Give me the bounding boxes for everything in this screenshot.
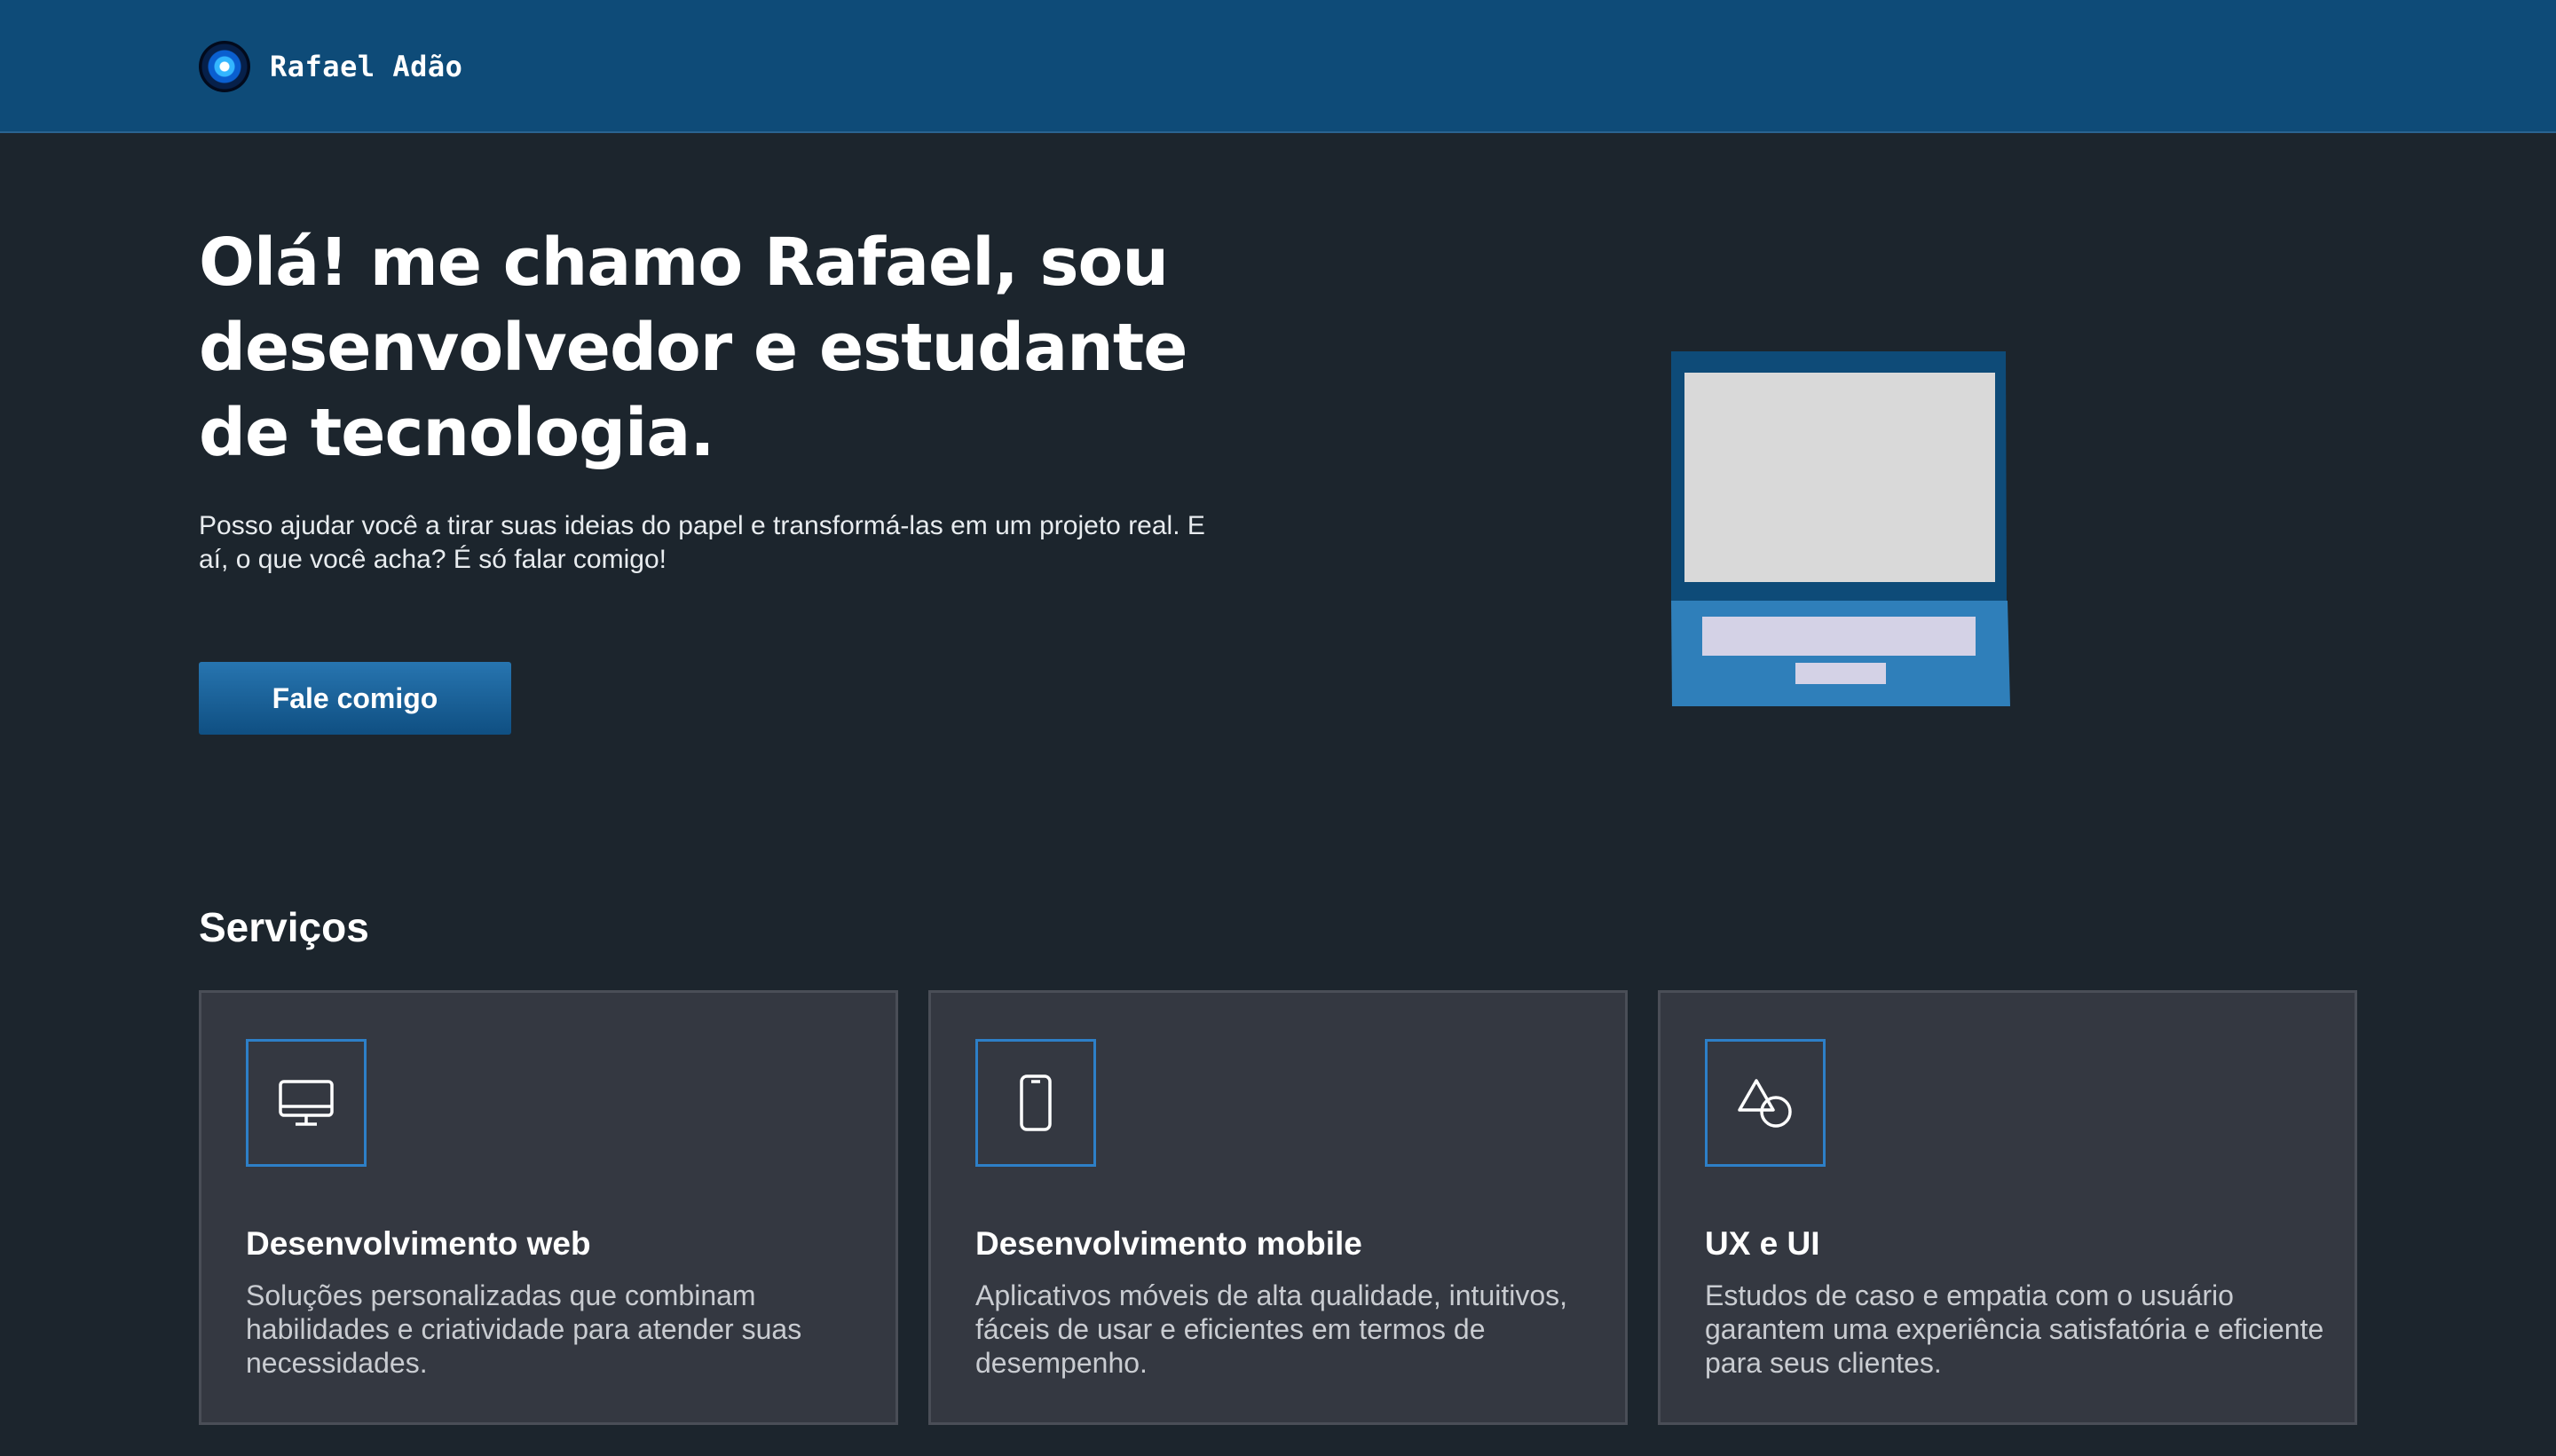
service-card-mobile: Desenvolvimento mobile Aplicativos móvei… (928, 990, 1628, 1425)
service-card-text: Estudos de caso e empatia com o usuário … (1705, 1279, 2324, 1379)
logo-name: Rafael Adão (270, 50, 463, 83)
site-header: Rafael Adão (0, 0, 2556, 133)
service-card-title: Desenvolvimento mobile (975, 1225, 1362, 1262)
logo[interactable]: Rafael Adão (199, 41, 462, 92)
hero-text: Posso ajudar você a tirar suas ideias do… (199, 511, 1205, 574)
service-card-text: Aplicativos móveis de alta qualidade, in… (975, 1279, 1568, 1379)
service-card-title: UX e UI (1705, 1225, 1820, 1262)
service-card-web: Desenvolvimento web Soluções personaliza… (199, 990, 898, 1425)
logo-icon (199, 41, 250, 92)
laptop-illustration (1671, 351, 2010, 706)
services-title: Serviços (199, 904, 369, 950)
hero-title: Olá! me chamo Rafael, sou desenvolvedor … (199, 224, 1187, 471)
service-card-title: Desenvolvimento web (246, 1225, 591, 1262)
services-list: Desenvolvimento web Soluções personaliza… (199, 990, 2357, 1425)
contact-button[interactable]: Fale comigo (199, 662, 511, 735)
monitor-icon (246, 1039, 367, 1167)
service-card-ux-ui: UX e UI Estudos de caso e empatia com o … (1658, 990, 2357, 1425)
shapes-icon (1705, 1039, 1826, 1167)
service-card-text: Soluções personalizadas que combinam hab… (246, 1279, 802, 1379)
smartphone-icon (975, 1039, 1096, 1167)
